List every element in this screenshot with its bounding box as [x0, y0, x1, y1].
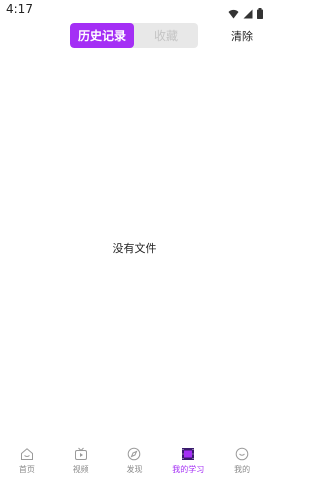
cellular-signal-icon: [243, 4, 253, 23]
profile-icon: [234, 446, 250, 462]
tab-discover-label: 发现: [126, 465, 143, 474]
bottom-tab-bar: 首页 视频 发现 我的学习 我的: [0, 440, 269, 478]
tab-profile[interactable]: 我的: [215, 440, 269, 478]
clear-button[interactable]: 清除: [231, 28, 253, 44]
status-bar: 4:17: [0, 0, 269, 20]
empty-state-message: 没有文件: [112, 242, 157, 255]
film-icon: [180, 446, 196, 462]
tab-home[interactable]: 首页: [0, 440, 54, 478]
compass-icon: [126, 446, 142, 462]
tv-icon: [73, 446, 89, 462]
tab-my-learning-label: 我的学习: [172, 465, 205, 474]
status-time: 4:17: [6, 2, 33, 16]
status-icons: [228, 4, 263, 23]
history-favorites-switch: 历史记录 收藏: [70, 23, 198, 48]
home-icon: [19, 446, 35, 462]
tab-history[interactable]: 历史记录: [70, 23, 134, 48]
tab-discover[interactable]: 发现: [108, 440, 162, 478]
tab-home-label: 首页: [18, 465, 35, 474]
tab-my-learning[interactable]: 我的学习: [161, 440, 215, 478]
tab-video-label: 视频: [72, 465, 89, 474]
battery-icon: [257, 4, 263, 23]
tab-video[interactable]: 视频: [54, 440, 108, 478]
tab-profile-label: 我的: [234, 465, 251, 474]
wifi-icon: [228, 4, 239, 23]
tab-favorites[interactable]: 收藏: [134, 23, 198, 48]
